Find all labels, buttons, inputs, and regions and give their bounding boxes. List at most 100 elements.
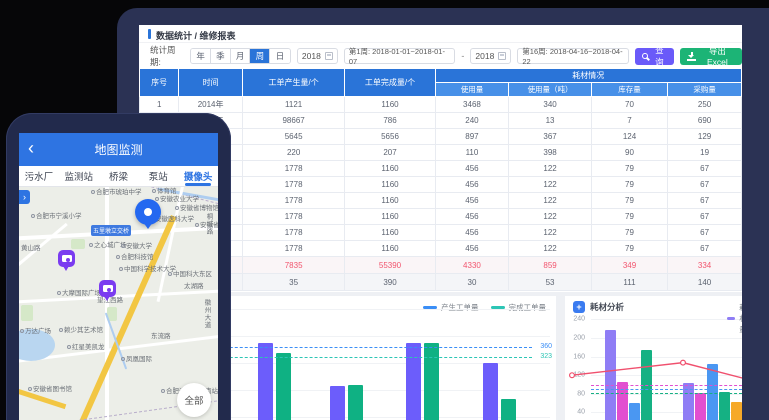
header-row: 序号时间工单产生量/个工单完成量/个耗材情况 bbox=[140, 69, 742, 83]
poi-label: 合肥市琥珀中学 bbox=[91, 189, 142, 196]
poi-icon bbox=[91, 190, 95, 194]
poi-label: 安徽省博物馆 bbox=[175, 205, 218, 212]
poi-icon bbox=[67, 345, 71, 349]
table-row: 12014年11211160346834070250 bbox=[140, 97, 742, 113]
total-cell: 7835 bbox=[242, 257, 345, 274]
phone-frame: ‹ 地图监测 污水厂监测站桥梁泵站摄像头 bbox=[6, 113, 231, 420]
selected-camera-marker[interactable] bbox=[135, 199, 161, 225]
road-label: 东流路 bbox=[151, 333, 171, 340]
week-end-input[interactable]: 第16周: 2018-04-16~2018-04-22 bbox=[517, 48, 629, 64]
table-cell: 456 bbox=[435, 241, 509, 257]
table-cell: 79 bbox=[591, 225, 667, 241]
phone-tab-桥梁[interactable]: 桥梁 bbox=[99, 166, 139, 186]
period-segmented-control: 年季月周日 bbox=[190, 48, 291, 64]
table-cell: 122 bbox=[509, 193, 592, 209]
poi-icon bbox=[195, 223, 199, 227]
legend-label: 耗材量 bbox=[739, 302, 742, 335]
bar-完成工单量 bbox=[501, 399, 516, 420]
legend-item[interactable]: 产生工单量 bbox=[423, 302, 479, 313]
sub-column-header: 使用量（吨） bbox=[509, 83, 592, 97]
poi-icon bbox=[152, 189, 156, 193]
period-option-季[interactable]: 季 bbox=[211, 49, 231, 63]
table-cell: 2014年 bbox=[179, 97, 242, 113]
poi-icon bbox=[59, 328, 63, 332]
table-cell: 122 bbox=[509, 177, 592, 193]
legend-item[interactable]: 完成工单量 bbox=[491, 302, 547, 313]
table-cell: 1121 bbox=[242, 97, 345, 113]
bar-完成工单量 bbox=[276, 353, 291, 420]
period-option-日[interactable]: 日 bbox=[270, 49, 290, 63]
table-cell: 67 bbox=[668, 193, 742, 209]
poi-label: 安徽大学 bbox=[121, 243, 152, 250]
poi-icon bbox=[20, 329, 24, 333]
poi-icon bbox=[175, 206, 179, 210]
bar-完成工单量 bbox=[424, 343, 439, 420]
poi-icon bbox=[31, 214, 35, 218]
camera-marker[interactable] bbox=[99, 280, 116, 297]
bar-产生工单量 bbox=[258, 343, 273, 420]
sub-column-header: 采购量 bbox=[668, 83, 742, 97]
range-separator: - bbox=[461, 51, 464, 61]
bar-产生工单量 bbox=[330, 386, 345, 420]
year-end-picker[interactable]: 2018 bbox=[470, 48, 511, 64]
phone-header: ‹ 地图监测 bbox=[19, 133, 218, 166]
export-excel-button[interactable]: 导出Excel bbox=[680, 48, 742, 65]
trend-line bbox=[565, 296, 742, 420]
back-chevron-icon[interactable]: ‹ bbox=[28, 137, 34, 159]
column-header: 时间 bbox=[179, 69, 242, 97]
table-row: 22015年98667786240137690 bbox=[140, 113, 742, 129]
road-label: 望江西路 bbox=[97, 297, 123, 304]
legend-item[interactable]: 耗材量 bbox=[727, 302, 742, 335]
column-header: 序号 bbox=[140, 69, 179, 97]
phone-tab-泵站[interactable]: 泵站 bbox=[138, 166, 178, 186]
table-cell: 110 bbox=[435, 145, 509, 161]
query-label: 查询 bbox=[652, 44, 668, 68]
table-cell: 79 bbox=[591, 241, 667, 257]
column-header: 工单产生量/个 bbox=[242, 69, 345, 97]
phone-tab-污水厂[interactable]: 污水厂 bbox=[19, 166, 59, 186]
total-cell: 859 bbox=[509, 257, 592, 274]
table-cell: 124 bbox=[591, 129, 667, 145]
breadcrumb: 数据统计 / 维修报表 bbox=[156, 29, 236, 42]
poi-icon bbox=[28, 387, 32, 391]
legend-label: 产生工单量 bbox=[441, 302, 479, 313]
all-filter-button[interactable]: 全部 bbox=[177, 383, 211, 417]
average-cell: 30 bbox=[435, 274, 509, 291]
camera-marker[interactable] bbox=[58, 250, 75, 267]
breadcrumb-accent bbox=[148, 29, 151, 39]
phone-tab-bar: 污水厂监测站桥梁泵站摄像头 bbox=[19, 166, 218, 187]
query-button[interactable]: 查询 bbox=[635, 48, 674, 65]
period-option-年[interactable]: 年 bbox=[191, 49, 211, 63]
chart-legend: 产生工单量 完成工单量 bbox=[423, 302, 546, 313]
phone-tab-监测站[interactable]: 监测站 bbox=[59, 166, 99, 186]
table-cell: 7 bbox=[591, 113, 667, 129]
table-cell: 456 bbox=[435, 177, 509, 193]
table-cell: 79 bbox=[591, 161, 667, 177]
poi-icon bbox=[121, 244, 125, 248]
road-label: 黄山路 bbox=[21, 245, 41, 252]
table-cell: 13 bbox=[509, 113, 592, 129]
period-option-月[interactable]: 月 bbox=[231, 49, 251, 63]
total-cell: 349 bbox=[591, 257, 667, 274]
poi-icon bbox=[57, 291, 61, 295]
expand-arrow-button[interactable]: › bbox=[19, 190, 30, 204]
table-cell: 122 bbox=[509, 241, 592, 257]
table-cell: 1160 bbox=[345, 97, 435, 113]
park bbox=[21, 305, 33, 321]
phone-tab-摄像头[interactable]: 摄像头 bbox=[178, 166, 218, 186]
column-header: 工单完成量/个 bbox=[345, 69, 435, 97]
phone-screen: ‹ 地图监测 污水厂监测站桥梁泵站摄像头 bbox=[19, 133, 218, 420]
table-cell: 5656 bbox=[345, 129, 435, 145]
table-cell: 1160 bbox=[345, 193, 435, 209]
week-start-input[interactable]: 第1周: 2018-01-01~2018-01-07 bbox=[344, 48, 456, 64]
period-label: 统计周期: bbox=[150, 44, 184, 68]
table-cell: 250 bbox=[668, 97, 742, 113]
map-view[interactable]: 合肥市琥珀中学体育馆安徽农业大学安徽省博物馆桐城路合肥市宁溪小学五里墩立交桥安徽… bbox=[19, 187, 218, 420]
year-end-value: 2018 bbox=[475, 51, 494, 61]
poi-label: 大摩国际广场 bbox=[57, 290, 101, 297]
period-option-周[interactable]: 周 bbox=[250, 49, 270, 63]
table-cell: 398 bbox=[509, 145, 592, 161]
table-cell: 1160 bbox=[345, 177, 435, 193]
table-cell: 220 bbox=[242, 145, 345, 161]
year-start-picker[interactable]: 2018 bbox=[297, 48, 338, 64]
